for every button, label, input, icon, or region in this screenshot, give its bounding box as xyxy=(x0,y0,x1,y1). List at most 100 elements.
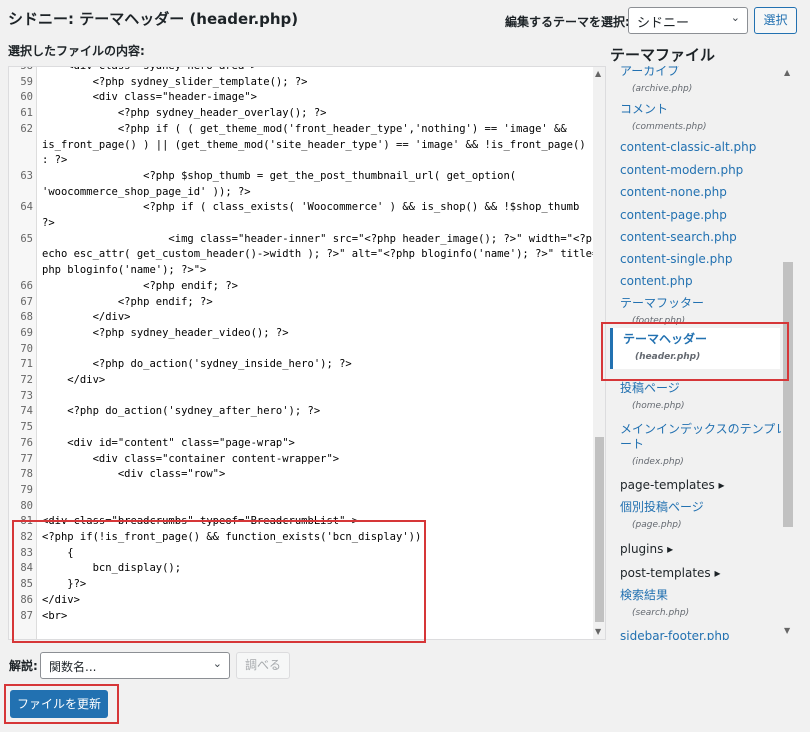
code-text: is_front_page() ) || (get_theme_mod('sit… xyxy=(42,138,606,151)
code-text: <?php sydney_slider_template(); ?> xyxy=(42,75,308,88)
line-number: 71 xyxy=(20,358,33,371)
file-item[interactable]: page-templates ▸ xyxy=(620,478,725,493)
file-item-label: content-search.php xyxy=(620,230,737,244)
file-item-label: メインインデックスのテンプレート xyxy=(620,422,788,451)
file-item[interactable]: アーカイブ (archive.php) xyxy=(620,66,692,97)
code-text: : ?> xyxy=(42,154,68,167)
code-text: <div id="content" class="page-wrap"> xyxy=(42,436,295,449)
code-text: <?php endif; ?> xyxy=(42,295,213,308)
file-item[interactable]: plugins ▸ xyxy=(620,542,673,557)
file-item-label: content.php xyxy=(620,274,693,288)
line-number: 74 xyxy=(20,405,33,418)
code-text: <img class="header-inner" src="<?php hea… xyxy=(42,232,605,245)
file-item-label: content-single.php xyxy=(620,252,733,266)
code-text: <?php endif; ?> xyxy=(42,279,238,292)
file-item-label: sidebar-footer.php xyxy=(620,629,730,640)
scroll-up-icon[interactable]: ▲ xyxy=(595,69,601,78)
theme-select[interactable]: シドニー ⌄ xyxy=(628,7,748,34)
highlight-box-update-button xyxy=(4,684,119,724)
line-number: 79 xyxy=(20,483,33,496)
line-number: 61 xyxy=(20,107,33,120)
file-item-label: 検索結果 xyxy=(620,588,669,602)
code-text: 'woocommerce_shop_page_id' )); ?> xyxy=(42,185,251,198)
editor-scroll-thumb[interactable] xyxy=(595,437,604,622)
code-text: <div class="sydney-hero-area"> xyxy=(42,66,257,72)
file-item[interactable]: 投稿ページ (home.php) xyxy=(620,381,685,414)
file-item[interactable]: メインインデックスのテンプレート (index.php) xyxy=(620,422,795,470)
code-text: </div> xyxy=(42,311,131,324)
file-item[interactable]: 個別投稿ページ (page.php) xyxy=(620,500,704,533)
documentation-label: 解説: xyxy=(9,659,38,673)
file-item[interactable]: コメント (comments.php) xyxy=(620,102,706,135)
line-number: 65 xyxy=(20,232,33,245)
line-number: 62 xyxy=(20,122,33,135)
file-item-filename: (archive.php) xyxy=(632,84,693,94)
theme-files-title: テーマファイル xyxy=(610,46,716,64)
code-text: <?php $shop_thumb = get_the_post_thumbna… xyxy=(42,169,517,182)
code-text: <div class="container content-wrapper"> xyxy=(42,452,340,465)
file-item[interactable]: content-modern.php xyxy=(620,163,743,178)
file-item-label: コメント xyxy=(620,102,669,116)
scroll-down-icon[interactable]: ▼ xyxy=(784,626,790,635)
chevron-down-icon: ⌄ xyxy=(212,657,222,670)
file-item[interactable]: content-single.php xyxy=(620,252,732,267)
file-item[interactable]: content-page.php xyxy=(620,208,727,223)
file-item[interactable]: content.php xyxy=(620,274,693,289)
file-item-label: content-page.php xyxy=(620,208,727,222)
page-title: シドニー: テーマヘッダー (header.php) xyxy=(8,10,299,28)
file-item[interactable]: content-search.php xyxy=(620,230,737,245)
file-item[interactable]: sidebar-footer.php xyxy=(620,629,730,640)
code-text: <div class="row"> xyxy=(42,468,226,481)
line-number: 69 xyxy=(20,326,33,339)
line-number: 60 xyxy=(20,91,33,104)
select-theme-button[interactable]: 選択 xyxy=(754,7,797,34)
code-text: echo esc_attr( get_custom_header()->widt… xyxy=(42,248,606,261)
file-item-label: 投稿ページ xyxy=(620,381,680,395)
file-content-label: 選択したファイルの内容: xyxy=(8,44,145,58)
file-item-filename: (comments.php) xyxy=(632,122,707,132)
highlight-box-header-file xyxy=(601,322,789,381)
line-number: 59 xyxy=(20,75,33,88)
scroll-up-icon[interactable]: ▲ xyxy=(784,68,790,77)
line-number: 70 xyxy=(20,342,33,355)
line-number: 76 xyxy=(20,436,33,449)
file-item[interactable]: post-templates ▸ xyxy=(620,566,721,581)
scroll-down-icon[interactable]: ▼ xyxy=(595,627,601,636)
code-text: <?php if ( ( get_theme_mod('front_header… xyxy=(42,122,567,135)
chevron-down-icon: ⌄ xyxy=(730,11,740,24)
code-text: <?php sydney_header_video(); ?> xyxy=(42,326,289,339)
line-number: 64 xyxy=(20,201,33,214)
code-text: <div class="header-image"> xyxy=(42,91,257,104)
file-item-label: page-templates ▸ xyxy=(620,478,725,492)
line-number: 68 xyxy=(20,311,33,324)
code-text: <?php do_action('sydney_after_hero'); ?> xyxy=(42,405,321,418)
file-item-label: content-classic-alt.php xyxy=(620,140,757,154)
file-item-label: content-none.php xyxy=(620,185,727,199)
code-text: ?> xyxy=(42,217,55,229)
highlight-box-breadcrumb-code xyxy=(12,520,426,643)
file-item[interactable]: 検索結果 (search.php) xyxy=(620,588,689,621)
line-number: 58 xyxy=(20,66,33,72)
lookup-button[interactable]: 調べる xyxy=(236,652,290,679)
file-item-label: content-modern.php xyxy=(620,163,744,177)
file-item[interactable]: content-none.php xyxy=(620,185,727,200)
theme-select-label: 編集するテーマを選択: xyxy=(505,15,630,29)
file-item-label: plugins ▸ xyxy=(620,542,674,556)
file-list-scroll-thumb[interactable] xyxy=(783,262,793,527)
file-item-label: テーマフッター xyxy=(620,296,705,310)
file-item-label: post-templates ▸ xyxy=(620,566,721,580)
function-name-select[interactable]: 関数名... ⌄ xyxy=(40,652,230,679)
line-number: 80 xyxy=(20,499,33,512)
file-item-filename: (home.php) xyxy=(632,401,685,411)
file-item-label: 個別投稿ページ xyxy=(620,500,704,514)
line-number: 66 xyxy=(20,279,33,292)
file-item-filename: (index.php) xyxy=(632,457,684,467)
file-item-filename: (search.php) xyxy=(632,608,690,618)
code-text: <?php if ( class_exists( 'Woocommerce' )… xyxy=(42,201,606,214)
code-text: <?php sydney_header_overlay(); ?> xyxy=(42,107,327,120)
line-number: 67 xyxy=(20,295,33,308)
line-number: 78 xyxy=(20,468,33,481)
function-name-select-value: 関数名... xyxy=(49,660,97,674)
file-item[interactable]: content-classic-alt.php xyxy=(620,140,756,155)
code-text: php bloginfo('name'); ?>"> xyxy=(42,264,207,277)
